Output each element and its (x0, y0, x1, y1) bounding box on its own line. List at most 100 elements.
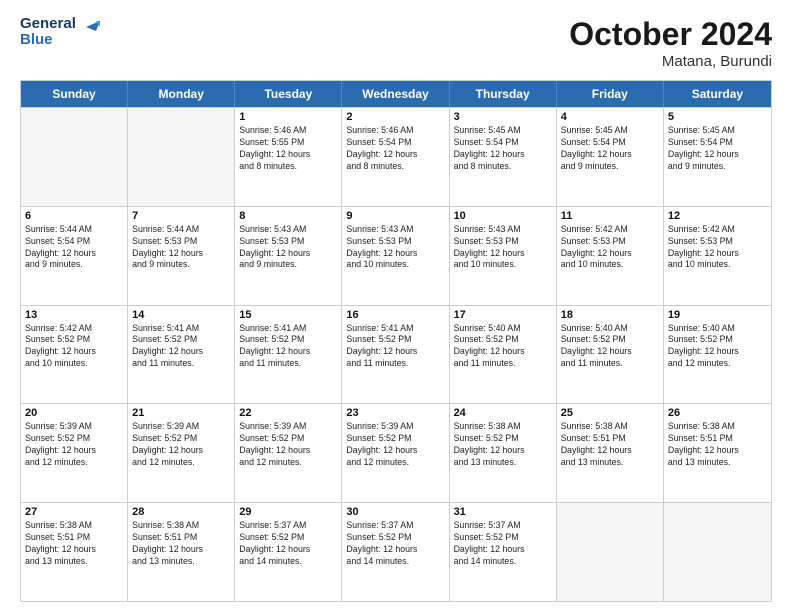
day-info: Sunrise: 5:39 AMSunset: 5:52 PMDaylight:… (25, 421, 123, 469)
day-number: 18 (561, 309, 659, 321)
day-info: Sunrise: 5:41 AMSunset: 5:52 PMDaylight:… (132, 323, 230, 371)
day-number: 5 (668, 111, 767, 123)
cal-cell: 11 Sunrise: 5:42 AMSunset: 5:53 PMDayligh… (557, 207, 664, 305)
day-info: Sunrise: 5:42 AMSunset: 5:53 PMDaylight:… (668, 224, 767, 272)
week-row-3: 13Sunrise: 5:42 AMSunset: 5:52 PMDayligh… (21, 305, 771, 404)
cal-cell: 20 Sunrise: 5:39 AMSunset: 5:52 PMDayligh… (21, 404, 128, 502)
day-info: Sunrise: 5:37 AMSunset: 5:52 PMDaylight:… (454, 520, 552, 568)
day-info: Sunrise: 5:38 AMSunset: 5:51 PMDaylight:… (25, 520, 123, 568)
day-number: 27 (25, 506, 123, 518)
cal-cell: 13Sunrise: 5:42 AMSunset: 5:52 PMDayligh… (21, 306, 128, 404)
day-info: Sunrise: 5:41 AMSunset: 5:52 PMDaylight:… (346, 323, 444, 371)
cal-cell: 28Sunrise: 5:38 AMSunset: 5:51 PMDayligh… (128, 503, 235, 601)
logo-bird-icon (78, 17, 100, 39)
cal-cell: 15 Sunrise: 5:41 AMSunset: 5:52 PMDayligh… (235, 306, 342, 404)
day-header-tuesday: Tuesday (235, 81, 342, 107)
day-number: 22 (239, 407, 337, 419)
week-row-5: 27 Sunrise: 5:38 AMSunset: 5:51 PMDayligh… (21, 502, 771, 601)
cal-cell (21, 108, 128, 206)
day-number: 31 (454, 506, 552, 518)
day-header-monday: Monday (128, 81, 235, 107)
page: General Blue October 2024 Matana, Burund… (0, 0, 792, 612)
cal-cell: 21 Sunrise: 5:39 AMSunset: 5:52 PMDayligh… (128, 404, 235, 502)
day-info: Sunrise: 5:43 AMSunset: 5:53 PMDaylight:… (346, 224, 444, 272)
day-number: 2 (346, 111, 444, 123)
day-number: 14 (132, 309, 230, 321)
title-section: October 2024 Matana, Burundi (569, 16, 772, 70)
header: General Blue October 2024 Matana, Burund… (20, 16, 772, 70)
day-number: 12 (668, 210, 767, 222)
week-row-1: 1Sunrise: 5:46 AMSunset: 5:55 PMDaylight… (21, 107, 771, 206)
day-number: 1 (239, 111, 337, 123)
day-number: 21 (132, 407, 230, 419)
cal-cell: 31 Sunrise: 5:37 AMSunset: 5:52 PMDayligh… (450, 503, 557, 601)
day-number: 13 (25, 309, 123, 321)
location-subtitle: Matana, Burundi (569, 53, 772, 70)
day-header-saturday: Saturday (664, 81, 771, 107)
logo: General Blue (20, 16, 100, 48)
day-number: 4 (561, 111, 659, 123)
day-number: 16 (346, 309, 444, 321)
cal-cell: 29 Sunrise: 5:37 AMSunset: 5:52 PMDayligh… (235, 503, 342, 601)
cal-cell: 24Sunrise: 5:38 AMSunset: 5:52 PMDayligh… (450, 404, 557, 502)
cal-cell: 5 Sunrise: 5:45 AMSunset: 5:54 PMDaylight… (664, 108, 771, 206)
day-info: Sunrise: 5:44 AMSunset: 5:53 PMDaylight:… (132, 224, 230, 272)
logo-line2: Blue (20, 32, 76, 48)
day-info: Sunrise: 5:45 AMSunset: 5:54 PMDaylight:… (668, 125, 767, 173)
day-number: 20 (25, 407, 123, 419)
cal-cell: 4 Sunrise: 5:45 AMSunset: 5:54 PMDaylight… (557, 108, 664, 206)
day-number: 17 (454, 309, 552, 321)
cal-cell: 25Sunrise: 5:38 AMSunset: 5:51 PMDayligh… (557, 404, 664, 502)
day-header-thursday: Thursday (450, 81, 557, 107)
cal-cell: 26Sunrise: 5:38 AMSunset: 5:51 PMDayligh… (664, 404, 771, 502)
calendar: SundayMondayTuesdayWednesdayThursdayFrid… (20, 80, 772, 602)
day-info: Sunrise: 5:44 AMSunset: 5:54 PMDaylight:… (25, 224, 123, 272)
day-number: 9 (346, 210, 444, 222)
cal-cell: 8 Sunrise: 5:43 AMSunset: 5:53 PMDaylight… (235, 207, 342, 305)
cal-cell (128, 108, 235, 206)
day-number: 24 (454, 407, 552, 419)
day-number: 10 (454, 210, 552, 222)
cal-cell: 18 Sunrise: 5:40 AMSunset: 5:52 PMDayligh… (557, 306, 664, 404)
day-number: 29 (239, 506, 337, 518)
day-info: Sunrise: 5:46 AMSunset: 5:54 PMDaylight:… (346, 125, 444, 173)
day-info: Sunrise: 5:45 AMSunset: 5:54 PMDaylight:… (561, 125, 659, 173)
day-info: Sunrise: 5:37 AMSunset: 5:52 PMDaylight:… (346, 520, 444, 568)
day-number: 11 (561, 210, 659, 222)
day-number: 8 (239, 210, 337, 222)
cal-cell: 27 Sunrise: 5:38 AMSunset: 5:51 PMDayligh… (21, 503, 128, 601)
day-number: 3 (454, 111, 552, 123)
day-info: Sunrise: 5:39 AMSunset: 5:52 PMDaylight:… (132, 421, 230, 469)
cal-cell: 2 Sunrise: 5:46 AMSunset: 5:54 PMDaylight… (342, 108, 449, 206)
day-info: Sunrise: 5:38 AMSunset: 5:51 PMDaylight:… (132, 520, 230, 568)
cal-cell: 22Sunrise: 5:39 AMSunset: 5:52 PMDayligh… (235, 404, 342, 502)
day-number: 7 (132, 210, 230, 222)
cal-cell: 30Sunrise: 5:37 AMSunset: 5:52 PMDayligh… (342, 503, 449, 601)
cal-cell: 6Sunrise: 5:44 AMSunset: 5:54 PMDaylight… (21, 207, 128, 305)
day-info: Sunrise: 5:37 AMSunset: 5:52 PMDaylight:… (239, 520, 337, 568)
cal-cell: 12 Sunrise: 5:42 AMSunset: 5:53 PMDayligh… (664, 207, 771, 305)
day-info: Sunrise: 5:40 AMSunset: 5:52 PMDaylight:… (454, 323, 552, 371)
calendar-body: 1Sunrise: 5:46 AMSunset: 5:55 PMDaylight… (21, 107, 771, 601)
logo-line1: General (20, 16, 76, 32)
calendar-header: SundayMondayTuesdayWednesdayThursdayFrid… (21, 81, 771, 107)
day-info: Sunrise: 5:43 AMSunset: 5:53 PMDaylight:… (239, 224, 337, 272)
day-info: Sunrise: 5:40 AMSunset: 5:52 PMDaylight:… (668, 323, 767, 371)
cal-cell: 23Sunrise: 5:39 AMSunset: 5:52 PMDayligh… (342, 404, 449, 502)
month-title: October 2024 (569, 16, 772, 53)
day-info: Sunrise: 5:38 AMSunset: 5:51 PMDaylight:… (668, 421, 767, 469)
cal-cell: 17 Sunrise: 5:40 AMSunset: 5:52 PMDayligh… (450, 306, 557, 404)
week-row-2: 6Sunrise: 5:44 AMSunset: 5:54 PMDaylight… (21, 206, 771, 305)
cal-cell: 3Sunrise: 5:45 AMSunset: 5:54 PMDaylight… (450, 108, 557, 206)
day-number: 25 (561, 407, 659, 419)
day-info: Sunrise: 5:41 AMSunset: 5:52 PMDaylight:… (239, 323, 337, 371)
day-info: Sunrise: 5:39 AMSunset: 5:52 PMDaylight:… (346, 421, 444, 469)
day-info: Sunrise: 5:42 AMSunset: 5:53 PMDaylight:… (561, 224, 659, 272)
day-header-sunday: Sunday (21, 81, 128, 107)
cal-cell: 7 Sunrise: 5:44 AMSunset: 5:53 PMDaylight… (128, 207, 235, 305)
day-info: Sunrise: 5:40 AMSunset: 5:52 PMDaylight:… (561, 323, 659, 371)
cal-cell: 19Sunrise: 5:40 AMSunset: 5:52 PMDayligh… (664, 306, 771, 404)
day-number: 15 (239, 309, 337, 321)
cal-cell: 16 Sunrise: 5:41 AMSunset: 5:52 PMDayligh… (342, 306, 449, 404)
cal-cell: 14 Sunrise: 5:41 AMSunset: 5:52 PMDayligh… (128, 306, 235, 404)
